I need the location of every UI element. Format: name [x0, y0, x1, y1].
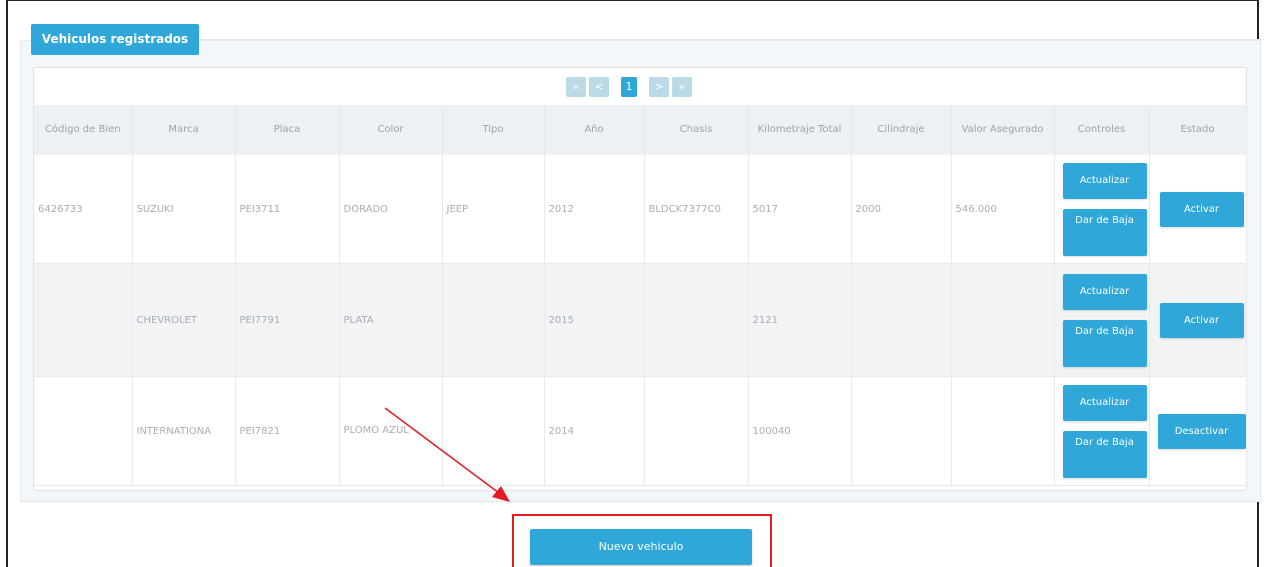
annotation-arrow [384, 407, 510, 502]
